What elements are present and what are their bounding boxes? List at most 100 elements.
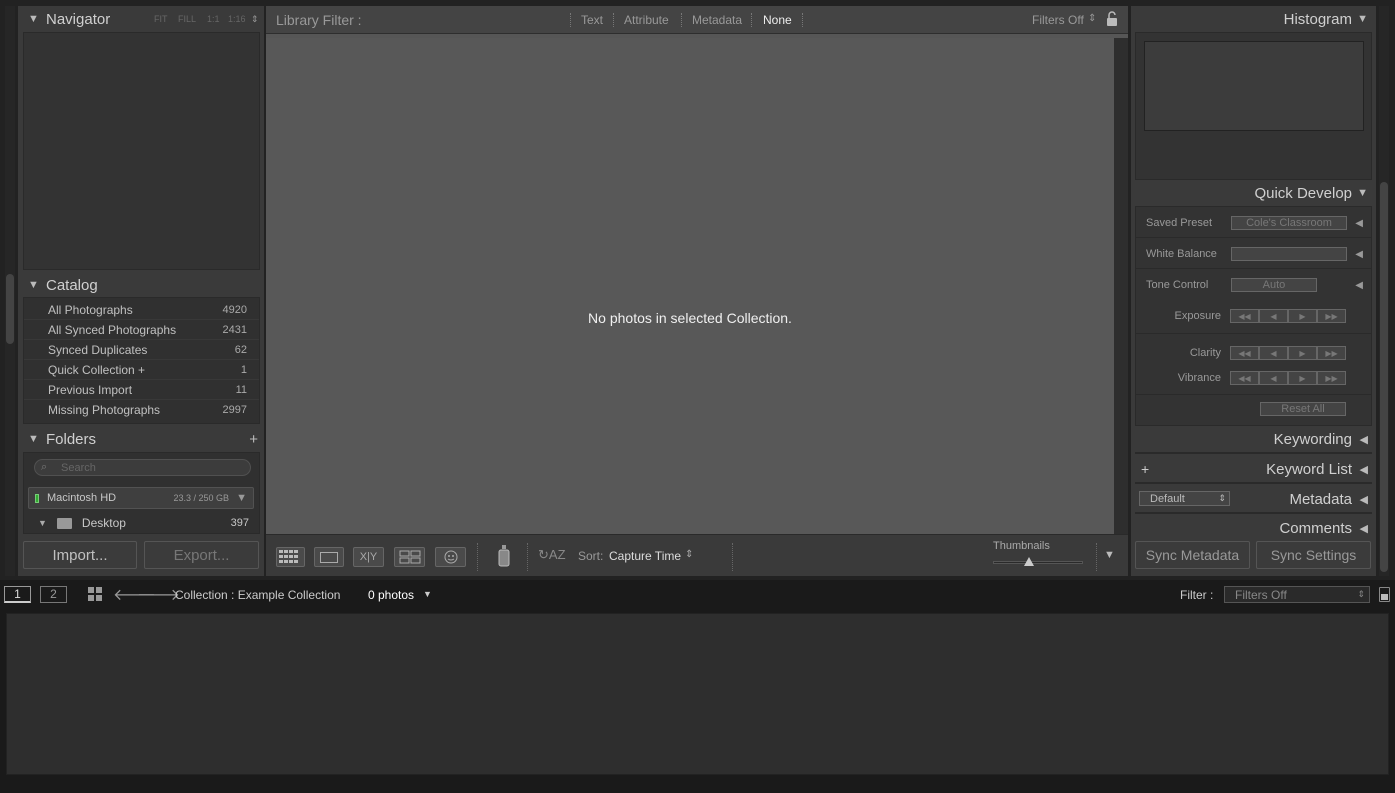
- filters-status-select[interactable]: Filters Off: [1032, 13, 1084, 27]
- export-button[interactable]: Export...: [144, 541, 259, 569]
- increase-icon[interactable]: ▶: [1288, 346, 1317, 360]
- thumbnail-size-slider[interactable]: [993, 561, 1083, 564]
- expand-triangle-icon[interactable]: ◀: [1360, 463, 1368, 476]
- keywording-header[interactable]: Keywording ◀: [1131, 426, 1376, 452]
- metadata-dropdown-icon[interactable]: ⇕: [1218, 493, 1226, 504]
- photo-count-dropdown-icon[interactable]: ▼: [423, 589, 432, 599]
- increase-icon[interactable]: ▶: [1288, 309, 1317, 323]
- expand-triangle-icon[interactable]: ◀: [1360, 522, 1368, 534]
- zoom-fill[interactable]: FILL: [178, 14, 196, 24]
- decrease-more-icon[interactable]: ◀◀: [1230, 346, 1259, 360]
- metadata-preset-select[interactable]: Default ⇕: [1139, 491, 1230, 506]
- zoom-fit[interactable]: FIT: [154, 14, 168, 24]
- survey-view-button[interactable]: [394, 547, 425, 567]
- collapse-triangle-icon[interactable]: ▼: [28, 13, 42, 25]
- increase-more-icon[interactable]: ▶▶: [1317, 371, 1346, 385]
- folder-expand-triangle-icon[interactable]: ▼: [38, 518, 47, 528]
- photo-count[interactable]: 0 photos: [368, 588, 414, 602]
- catalog-item-synced-duplicates[interactable]: Synced Duplicates 62: [24, 340, 259, 360]
- toolbar-options-icon[interactable]: ▼: [1104, 549, 1115, 561]
- collapse-triangle-icon[interactable]: ▼: [1357, 13, 1368, 25]
- catalog-item-all-photographs[interactable]: All Photographs 4920: [24, 300, 259, 320]
- add-folder-icon[interactable]: +: [249, 431, 258, 448]
- grid-view-button[interactable]: [276, 547, 305, 567]
- compare-view-button[interactable]: X|Y: [353, 547, 384, 567]
- filmstrip-filter-select[interactable]: Filters Off ⇕: [1224, 586, 1370, 603]
- sort-dropdown-icon[interactable]: ⇕: [685, 549, 693, 560]
- decrease-more-icon[interactable]: ◀◀: [1230, 371, 1259, 385]
- sync-settings-button[interactable]: Sync Settings: [1256, 541, 1371, 569]
- folder-desktop[interactable]: ▼ Desktop 397: [24, 513, 259, 533]
- thumbnail-slider-handle[interactable]: [1024, 557, 1034, 566]
- decrease-icon[interactable]: ◀: [1259, 371, 1288, 385]
- quick-develop-header[interactable]: Quick Develop ▼: [1131, 180, 1376, 206]
- histogram-header[interactable]: Histogram ▼: [1131, 6, 1376, 32]
- catalog-header[interactable]: ▼ Catalog: [18, 272, 264, 298]
- increase-more-icon[interactable]: ▶▶: [1317, 309, 1346, 323]
- filter-lock-switch[interactable]: [1379, 587, 1390, 602]
- primary-display-button[interactable]: 1: [4, 586, 31, 603]
- right-scroll-thumb[interactable]: [1380, 182, 1388, 572]
- filter-tab-none[interactable]: None: [763, 13, 792, 27]
- add-keyword-icon[interactable]: +: [1141, 461, 1149, 477]
- white-balance-select[interactable]: [1231, 247, 1347, 261]
- increase-more-icon[interactable]: ▶▶: [1317, 346, 1346, 360]
- collapse-triangle-icon[interactable]: ▼: [1357, 187, 1368, 199]
- collapse-triangle-icon[interactable]: ▼: [28, 279, 42, 291]
- increase-icon[interactable]: ▶: [1288, 371, 1317, 385]
- zoom-custom[interactable]: 1:16: [228, 14, 246, 24]
- reset-all-button[interactable]: Reset All: [1260, 402, 1346, 416]
- photo-grid[interactable]: No photos in selected Collection.: [266, 38, 1114, 534]
- white-balance-disclosure-icon[interactable]: ◀: [1355, 249, 1363, 260]
- filter-tab-attribute[interactable]: Attribute: [624, 13, 669, 27]
- forward-arrow-icon[interactable]: 🡒: [137, 584, 180, 605]
- navigator-header[interactable]: ▼ Navigator FIT FILL 1:1 1:16 ⇕: [18, 6, 264, 32]
- navigator-preview[interactable]: [23, 32, 260, 270]
- vibrance-stepper[interactable]: ◀◀ ◀ ▶ ▶▶: [1230, 371, 1346, 385]
- catalog-item-all-synced[interactable]: All Synced Photographs 2431: [24, 320, 259, 340]
- folders-header[interactable]: ▼ Folders +: [18, 426, 264, 452]
- secondary-display-button[interactable]: 2: [40, 586, 67, 603]
- filter-tab-text[interactable]: Text: [581, 13, 603, 27]
- left-panel-scrollbar[interactable]: [5, 6, 15, 576]
- sync-metadata-button[interactable]: Sync Metadata: [1135, 541, 1250, 569]
- import-button[interactable]: Import...: [23, 541, 137, 569]
- left-scroll-thumb[interactable]: [6, 274, 14, 344]
- zoom-stepper-icon[interactable]: ⇕: [251, 14, 259, 25]
- auto-tone-button[interactable]: Auto: [1231, 278, 1317, 292]
- loupe-view-button[interactable]: [314, 547, 344, 567]
- sort-select[interactable]: Capture Time: [609, 549, 681, 563]
- sort-direction-icon[interactable]: ↻AZ: [538, 547, 566, 563]
- decrease-icon[interactable]: ◀: [1259, 346, 1288, 360]
- zoom-1to1[interactable]: 1:1: [207, 14, 220, 24]
- collapse-triangle-icon[interactable]: ▼: [28, 433, 42, 445]
- filmstrip[interactable]: [6, 613, 1389, 775]
- expand-triangle-icon[interactable]: ◀: [1360, 433, 1368, 446]
- catalog-item-quick-collection[interactable]: Quick Collection + 1: [24, 360, 259, 380]
- people-view-button[interactable]: [435, 547, 466, 567]
- expand-triangle-icon[interactable]: ◀: [1360, 493, 1368, 506]
- decrease-icon[interactable]: ◀: [1259, 309, 1288, 323]
- catalog-item-missing-photographs[interactable]: Missing Photographs 2997: [24, 400, 259, 420]
- clarity-stepper[interactable]: ◀◀ ◀ ▶ ▶▶: [1230, 346, 1346, 360]
- drive-expand-icon[interactable]: ▼: [236, 492, 247, 504]
- right-panel-scrollbar[interactable]: [1379, 6, 1389, 576]
- filter-dropdown-icon[interactable]: ⇕: [1357, 589, 1365, 600]
- tone-control-disclosure-icon[interactable]: ◀: [1355, 280, 1363, 291]
- comments-header[interactable]: Comments ◀: [1131, 516, 1376, 534]
- metadata-header[interactable]: Default ⇕ Metadata ◀: [1131, 486, 1376, 512]
- keyword-list-header[interactable]: + Keyword List ◀: [1131, 456, 1376, 482]
- folder-search-input[interactable]: ⌕ Search: [34, 459, 251, 476]
- grid-scrollbar[interactable]: [1114, 38, 1128, 534]
- filmstrip-source[interactable]: Collection : Example Collection: [175, 588, 340, 602]
- filters-dropdown-icon[interactable]: ⇕: [1088, 13, 1096, 24]
- painter-spray-icon[interactable]: [498, 545, 510, 567]
- decrease-more-icon[interactable]: ◀◀: [1230, 309, 1259, 323]
- saved-preset-disclosure-icon[interactable]: ◀: [1355, 218, 1363, 229]
- filter-lock-icon[interactable]: [1106, 11, 1118, 27]
- saved-preset-select[interactable]: Cole's Classroom: [1231, 216, 1347, 230]
- exposure-stepper[interactable]: ◀◀ ◀ ▶ ▶▶: [1230, 309, 1346, 323]
- catalog-item-previous-import[interactable]: Previous Import 11: [24, 380, 259, 400]
- grid-icon[interactable]: [88, 587, 103, 607]
- volume-macintosh-hd[interactable]: Macintosh HD 23.3 / 250 GB ▼: [28, 487, 254, 509]
